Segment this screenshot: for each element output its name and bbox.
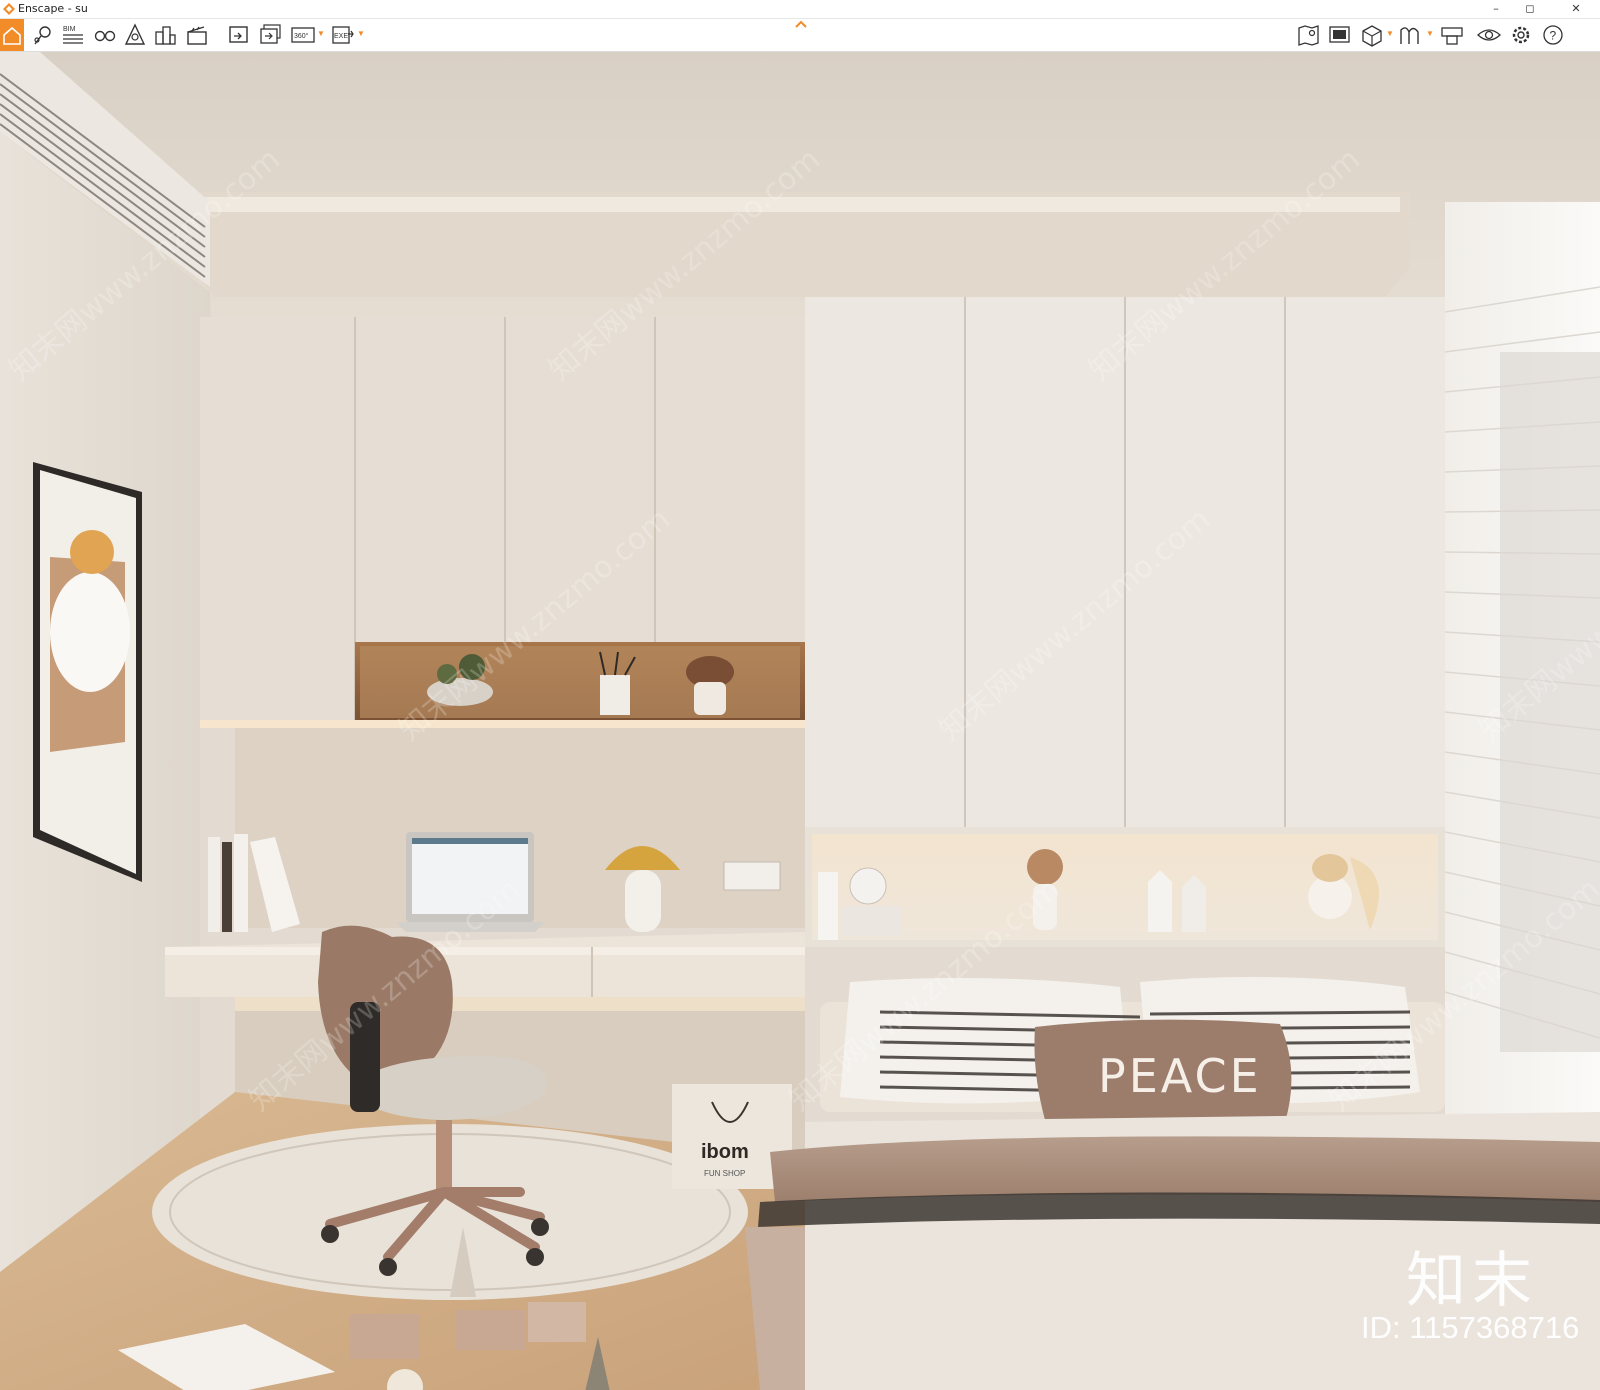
bim-label: BIM [63, 26, 76, 33]
asset-library-icon [155, 26, 176, 45]
settings-button[interactable] [1508, 22, 1534, 48]
export-dropdown-icon[interactable]: ▼ [357, 28, 365, 40]
home-icon [3, 26, 21, 45]
panorama-360-icon: 360° [291, 27, 315, 43]
window-title: Enscape - su [18, 2, 88, 15]
title-bar: Enscape - su – ◻ ✕ [0, 0, 1600, 19]
collapse-toolbar-icon[interactable] [794, 19, 808, 29]
atmosphere-button[interactable] [1398, 22, 1424, 48]
atmosphere-dropdown-icon[interactable]: ▼ [1426, 28, 1434, 40]
section-dropdown-icon[interactable]: ▼ [1386, 28, 1394, 40]
maximize-button[interactable]: ◻ [1514, 0, 1546, 18]
bim-icon: BIM [63, 26, 83, 44]
minimize-button[interactable]: – [1480, 0, 1512, 18]
enscape-logo-icon [3, 3, 15, 15]
panorama-360-button[interactable]: 360° [290, 22, 316, 48]
help-label: ? [1550, 29, 1557, 43]
bedroom-render-image: ibom FUN SHOP PEACE 知末网www.znzmo.com 知末网… [0, 52, 1600, 1390]
visual-settings-icon [1329, 26, 1350, 43]
bag-brand-text: ibom [701, 1141, 749, 1163]
site-context-icon [124, 23, 146, 45]
enscape-window: Enscape - su – ◻ ✕ BIM 360° ▼ EXE ▼ ▼ ▼ … [0, 0, 1600, 1390]
batch-render-button[interactable] [258, 22, 284, 48]
panorama-label: 360° [294, 32, 309, 40]
clapper-icon [187, 22, 207, 45]
close-button[interactable]: ✕ [1560, 0, 1592, 18]
minimap-icon [1298, 25, 1319, 46]
settings-icon [1512, 26, 1530, 44]
image-id-text: ID: 1157368716 [1361, 1310, 1580, 1345]
eye-icon [1477, 29, 1501, 41]
export-exe-button[interactable]: EXE [330, 22, 356, 48]
capture-button[interactable] [1439, 22, 1465, 48]
section-view-icon [1362, 25, 1382, 47]
render-screenshot-icon [229, 26, 248, 43]
section-view-button[interactable] [1359, 22, 1385, 48]
clapper-button[interactable] [184, 22, 210, 48]
bag-subtext: FUN SHOP [704, 1169, 745, 1178]
site-context-button[interactable] [122, 22, 148, 48]
panorama-dropdown-icon[interactable]: ▼ [317, 28, 325, 40]
help-icon: ? [1543, 25, 1563, 45]
exe-label: EXE [334, 33, 348, 40]
bim-button[interactable]: BIM [60, 22, 86, 48]
export-exe-icon: EXE [332, 26, 354, 44]
visual-settings-button[interactable] [1327, 22, 1353, 48]
video-path-icon [94, 30, 116, 42]
video-path-button[interactable] [92, 22, 118, 48]
help-button[interactable]: ? [1540, 22, 1566, 48]
capture-icon [1441, 27, 1463, 45]
eye-button[interactable] [1476, 22, 1502, 48]
views-button[interactable] [30, 22, 56, 48]
asset-library-button[interactable] [152, 22, 178, 48]
znzmo-logo-text: 知末 [1406, 1246, 1538, 1316]
pillow-text: PEACE [1098, 1049, 1262, 1103]
atmosphere-icon [1400, 27, 1419, 44]
minimap-button[interactable] [1296, 22, 1322, 48]
render-screenshot-button[interactable] [226, 22, 252, 48]
home-button[interactable] [0, 19, 24, 51]
views-icon [34, 26, 51, 45]
render-viewport[interactable]: ibom FUN SHOP PEACE 知末网www.znzmo.com 知末网… [0, 52, 1600, 1390]
batch-render-icon [260, 24, 281, 44]
